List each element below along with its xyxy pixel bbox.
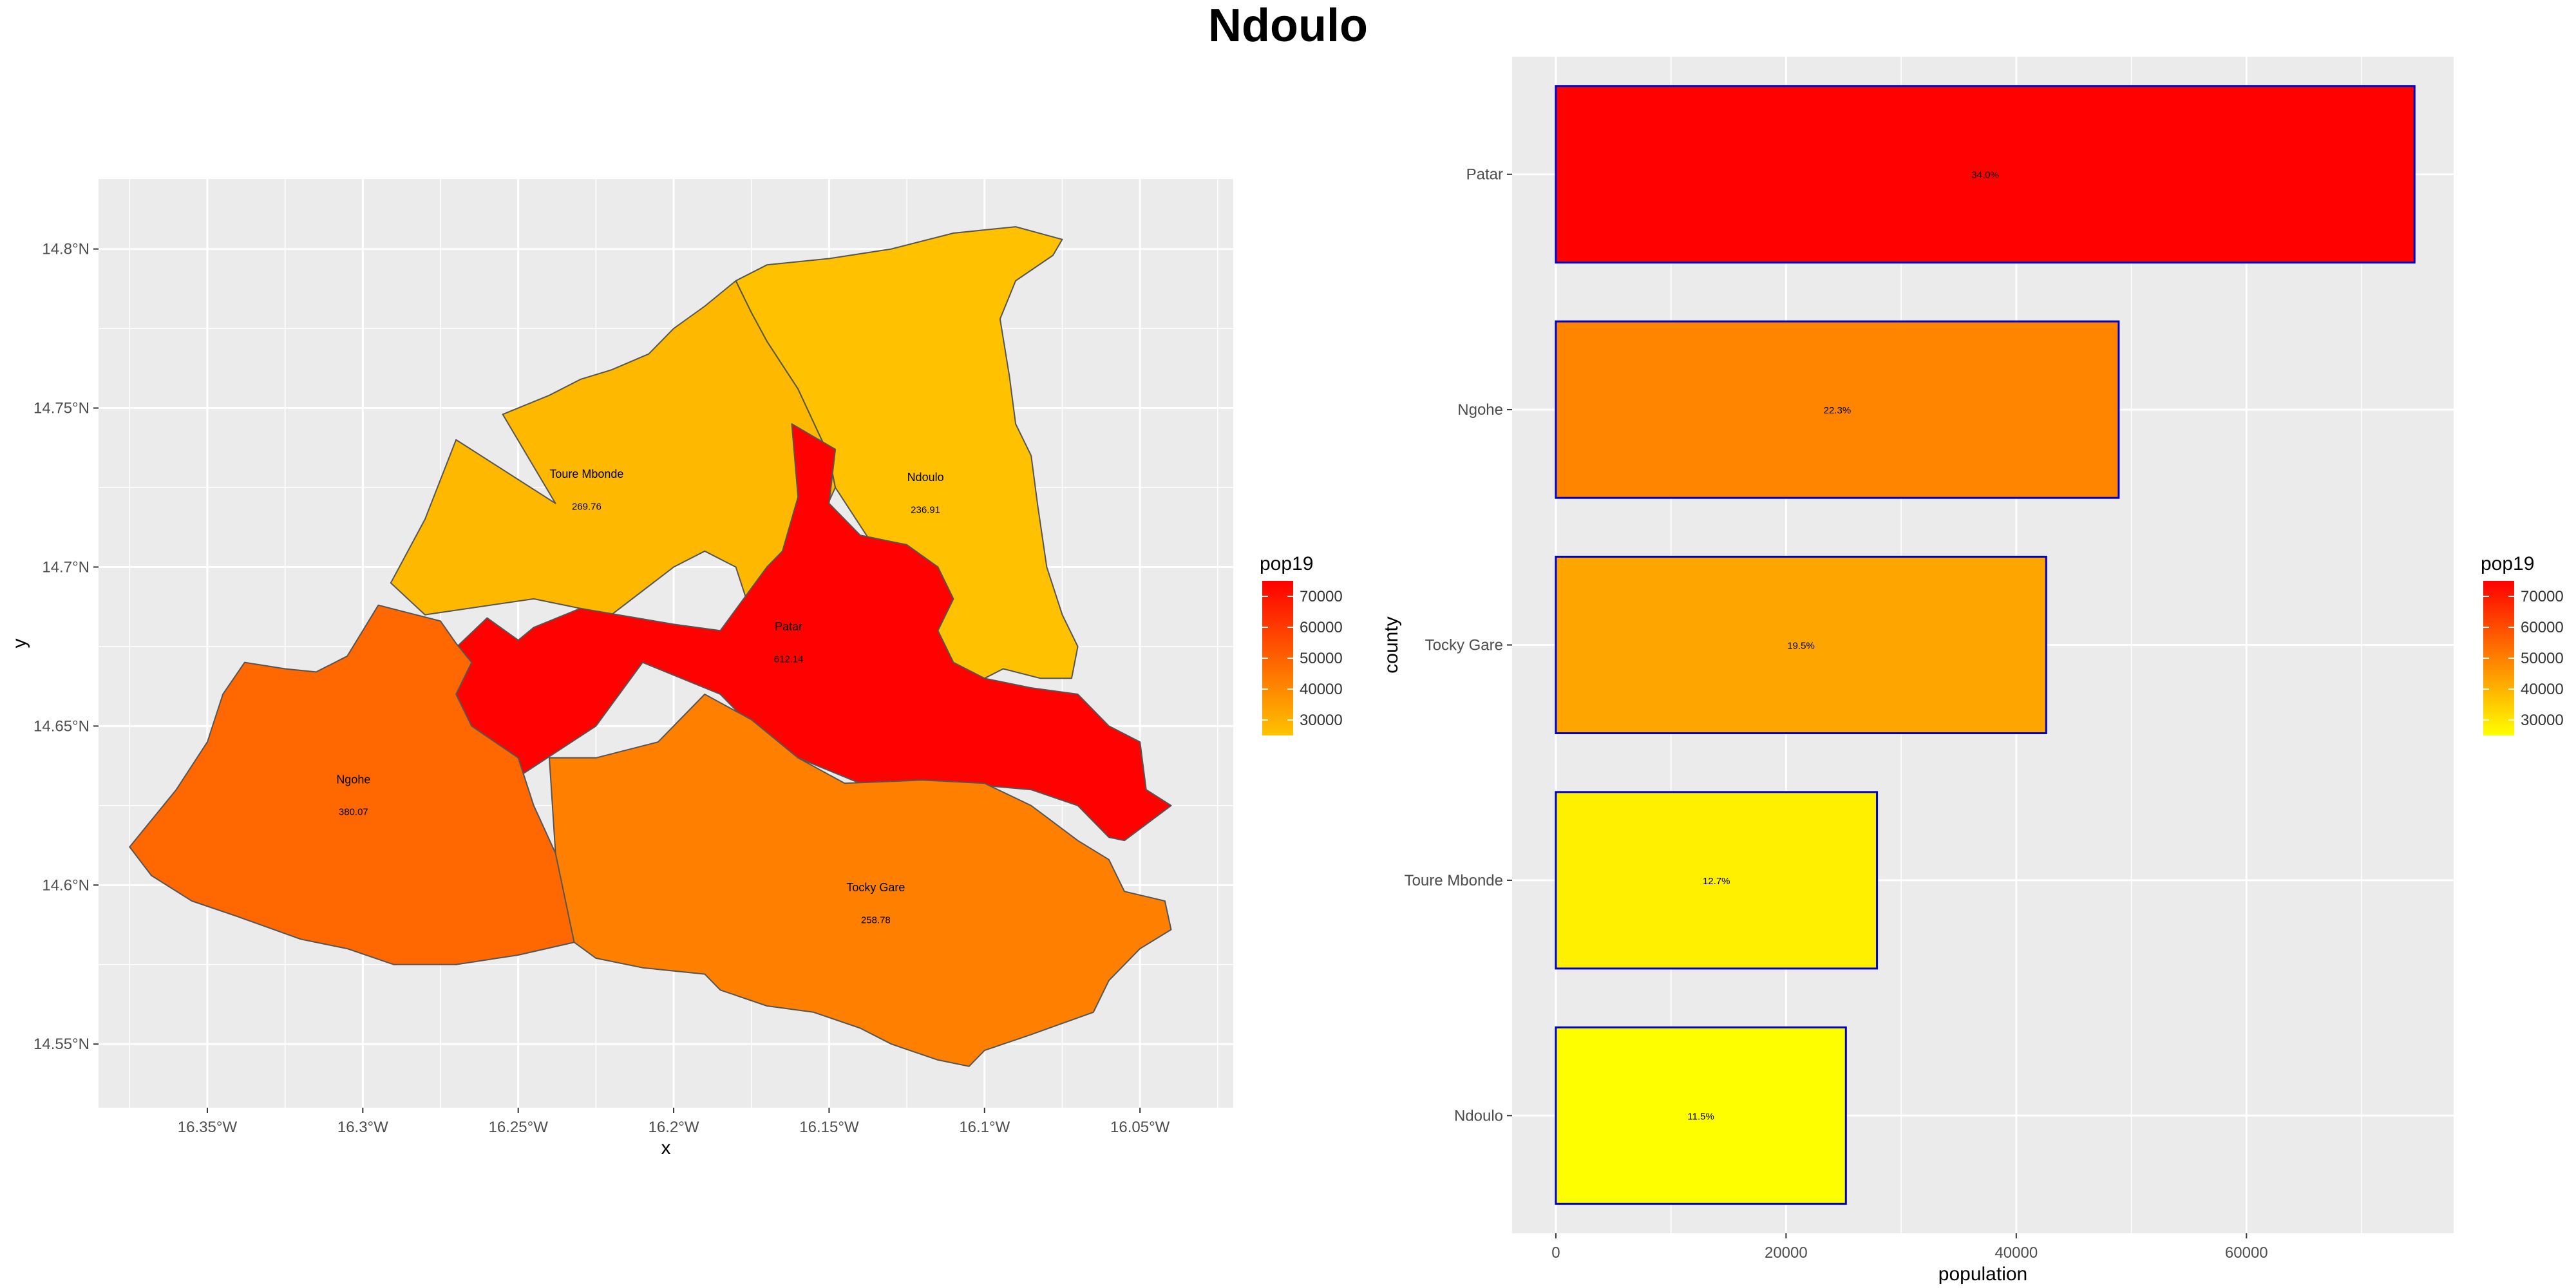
map-legend-tick-label: 50000	[1300, 650, 1343, 667]
map-region-name-label: Tocky Gare	[846, 881, 905, 894]
map-legend-tick-label: 70000	[1300, 588, 1343, 605]
map-x-tick-label: 16.25°W	[489, 1119, 549, 1136]
bar-category-label: Toure Mbonde	[1405, 872, 1503, 889]
map-legend-title: pop19	[1260, 553, 1313, 574]
bar-percent-label: 22.3%	[1824, 405, 1852, 416]
map-region-value-label: 236.91	[911, 505, 940, 516]
map-region-value-label: 380.07	[339, 807, 368, 818]
map-region-value-label: 269.76	[572, 502, 601, 513]
map-x-tick-label: 16.2°W	[649, 1119, 699, 1136]
map-y-tick-label: 14.75°N	[33, 400, 90, 417]
map-x-tick-label: 16.1°W	[959, 1119, 1010, 1136]
map-region-name-label: Patar	[775, 620, 802, 633]
bar-x-tick-label: 60000	[2225, 1244, 2268, 1262]
chart-canvas: Toure Mbonde 269.76 Ndoulo 236.91 Patar 612.1…	[9, 57, 2564, 1285]
bar-x-axis-title: population	[1938, 1264, 2027, 1285]
bar-legend-title: pop19	[2481, 553, 2534, 574]
map-x-tick-label: 16.35°W	[178, 1119, 238, 1136]
bar-percent-label: 11.5%	[1687, 1111, 1714, 1122]
map-x-axis-title: x	[661, 1137, 671, 1159]
map-legend-tick-label: 30000	[1300, 712, 1343, 729]
map-y-tick-label: 14.7°N	[42, 558, 90, 576]
bar-x-tick-label: 40000	[1994, 1244, 2038, 1262]
bar-legend-tick-label: 60000	[2521, 619, 2564, 636]
map-region-name-label: Toure Mbonde	[549, 468, 623, 480]
bar-legend-tick-label: 30000	[2521, 712, 2564, 729]
map-panel: Toure Mbonde 269.76 Ndoulo 236.91 Patar 612.1…	[9, 179, 1233, 1159]
map-y-axis-title: y	[9, 639, 30, 649]
map-x-tick-label: 16.05°W	[1110, 1119, 1170, 1136]
map-x-tick-label: 16.3°W	[337, 1119, 388, 1136]
bar-category-label: Tocky Gare	[1425, 637, 1503, 654]
bar-legend-tick-label: 70000	[2521, 588, 2564, 605]
map-region-name-label: Ndoulo	[907, 471, 944, 484]
map-legend-tick-label: 40000	[1300, 681, 1343, 698]
bar-x-tick-label: 0	[1551, 1244, 1560, 1262]
map-legend: pop19 70000 60000 50000 40000 30000	[1260, 553, 1343, 735]
map-region-name-label: Ngohe	[336, 773, 370, 786]
map-x-tick-label: 16.15°W	[799, 1119, 859, 1136]
bar-category-label: Ndoulo	[1454, 1107, 1503, 1124]
bar-percent-label: 12.7%	[1703, 876, 1730, 887]
bar-percent-label: 34.0%	[1971, 170, 1999, 181]
map-region-value-label: 612.14	[774, 654, 804, 665]
bar-legend-tick-label: 40000	[2521, 681, 2564, 698]
bar-category-label: Patar	[1466, 166, 1503, 184]
bar-percent-label: 19.5%	[1787, 641, 1815, 652]
bar-chart-panel: 34.0% Patar 22.3% Ngohe 19.5% Tocky Gare 12.7%…	[1381, 57, 2454, 1285]
bar-legend: pop19 70000 60000 50000 40000 30000	[2481, 553, 2564, 735]
bar-legend-tick-label: 50000	[2521, 650, 2564, 667]
map-y-tick-label: 14.6°N	[42, 876, 90, 894]
map-region-value-label: 258.78	[861, 915, 891, 926]
bar-y-axis-title: county	[1381, 616, 1402, 673]
map-y-tick-label: 14.55°N	[33, 1036, 90, 1053]
bar-category-label: Ngohe	[1457, 401, 1503, 419]
map-legend-tick-label: 60000	[1300, 619, 1343, 636]
map-y-tick-label: 14.8°N	[42, 241, 90, 258]
map-y-tick-label: 14.65°N	[33, 717, 90, 735]
bar-x-tick-label: 20000	[1765, 1244, 1808, 1262]
